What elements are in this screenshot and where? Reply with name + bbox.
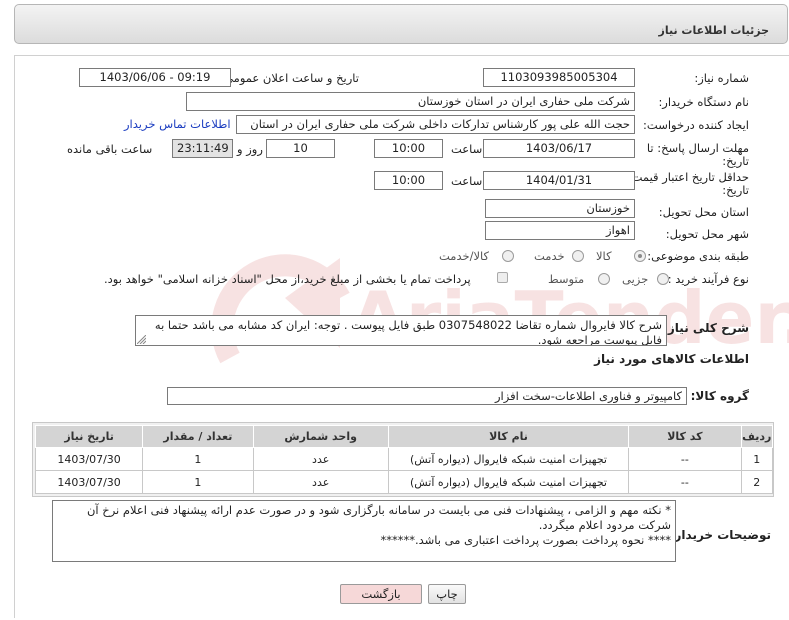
category-option-service: خدمت <box>534 249 565 263</box>
items-table: ردیف کد کالا نام کالا واحد شمارش تعداد /… <box>34 425 774 494</box>
goods-section-title: اطلاعات کالاهای مورد نیاز <box>594 352 749 366</box>
province-label: استان محل تحویل: <box>658 205 749 219</box>
validity-date-field[interactable]: 1404/01/31 <box>483 171 635 190</box>
category-label: طبقه بندی موضوعی: <box>647 249 749 263</box>
buyer-notes-label: توضیحات خریدار: <box>669 528 771 542</box>
cell-row: 1 <box>740 447 774 471</box>
remaining-time-field: 23:11:49 <box>172 139 233 158</box>
cell-unit: عدد <box>252 470 389 494</box>
validity-time-field[interactable]: 10:00 <box>374 171 443 190</box>
buyer-org-label: نام دستگاه خریدار: <box>658 95 749 109</box>
cell-qty: 1 <box>142 447 254 471</box>
deadline-time-field[interactable]: 10:00 <box>374 139 443 158</box>
creator-field[interactable]: حجت الله علی پور کارشناس تدارکات داخلی ش… <box>236 115 635 134</box>
category-radio-goods-service[interactable] <box>502 250 514 262</box>
description-label: شرح کلی نیاز: <box>663 321 749 335</box>
cell-date: 1403/07/30 <box>34 470 144 494</box>
col-name: نام کالا <box>387 425 630 448</box>
process-option-minor: جزیی <box>622 272 649 286</box>
announce-label: تاریخ و ساعت اعلان عمومی: <box>220 71 359 85</box>
cell-name: تجهیزات امنیت شبکه فایروال (دیواره آتش) <box>387 470 630 494</box>
cell-code: -- <box>628 470 742 494</box>
creator-label: ایجاد کننده درخواست: <box>643 118 749 132</box>
col-code: کد کالا <box>628 425 742 448</box>
process-radio-medium[interactable] <box>598 273 610 285</box>
validity-label: حداقل تاریخ اعتبار قیمت: تا <box>617 170 749 184</box>
province-field[interactable]: خوزستان <box>485 199 635 218</box>
goods-group-label: گروه کالا: <box>690 389 749 403</box>
need-number-field[interactable]: 1103093985005304 <box>483 68 635 87</box>
buyer-contact-link[interactable]: اطلاعات تماس خریدار <box>124 117 231 131</box>
deadline-date-field[interactable]: 1403/06/17 <box>483 139 635 158</box>
page-title: جزئیات اطلاعات نیاز <box>658 24 770 37</box>
payment-note: پرداخت تمام یا بخشی از مبلغ خرید،از محل … <box>104 272 471 286</box>
buyer-notes-line-1: * نکته مهم و الزامی ، پیشنهادات فنی می ب… <box>86 503 671 532</box>
items-table-wrap: ردیف کد کالا نام کالا واحد شمارش تعداد /… <box>32 422 774 497</box>
col-row: ردیف <box>740 425 774 448</box>
validity-date-label: تاریخ: <box>722 183 749 197</box>
process-label: نوع فرآیند خرید : <box>667 272 749 286</box>
cell-qty: 1 <box>142 470 254 494</box>
col-qty: تعداد / مقدار <box>142 425 254 448</box>
process-option-medium: متوسط <box>548 272 585 286</box>
city-label: شهر محل تحویل: <box>665 227 749 241</box>
cell-code: -- <box>628 447 742 471</box>
days-remaining-field[interactable]: 10 <box>266 139 335 158</box>
table-row[interactable]: 1 -- تجهیزات امنیت شبکه فایروال (دیواره … <box>34 447 774 471</box>
cell-row: 2 <box>740 470 774 494</box>
deadline-time-label: ساعت <box>451 142 483 156</box>
back-button[interactable]: بازگشت <box>340 584 422 604</box>
deadline-date-label: تاریخ: <box>722 154 749 168</box>
category-option-goods-service: کالا/خدمت <box>439 249 490 263</box>
remaining-label: ساعت باقی مانده <box>67 142 153 156</box>
page-header: جزئیات اطلاعات نیاز <box>14 4 788 44</box>
description-textarea[interactable]: شرح کالا فایروال شماره تقاضا 0307548022 … <box>135 315 667 346</box>
category-radio-service[interactable] <box>572 250 584 262</box>
need-number-label: شماره نیاز: <box>694 71 749 85</box>
buyer-notes-textarea[interactable]: * نکته مهم و الزامی ، پیشنهادات فنی می ب… <box>52 500 676 562</box>
table-row[interactable]: 2 -- تجهیزات امنیت شبکه فایروال (دیواره … <box>34 470 774 494</box>
deadline-label: مهلت ارسال پاسخ: تا <box>646 141 749 155</box>
announce-datetime-field[interactable]: 1403/06/06 - 09:19 <box>79 68 231 87</box>
col-date: تاریخ نیاز <box>34 425 144 448</box>
category-radio-goods[interactable] <box>634 250 646 262</box>
city-field[interactable]: اهواز <box>485 221 635 240</box>
goods-group-field[interactable]: کامپیوتر و فناوری اطلاعات-سخت افزار <box>167 387 687 405</box>
process-radio-minor[interactable] <box>657 273 669 285</box>
treasury-checkbox[interactable] <box>497 272 508 283</box>
validity-time-label: ساعت <box>451 174 483 188</box>
resize-handle-icon[interactable] <box>137 335 146 344</box>
cell-name: تجهیزات امنیت شبکه فایروال (دیواره آتش) <box>387 447 630 471</box>
days-label: روز و <box>237 142 263 156</box>
category-option-goods: کالا <box>596 249 612 263</box>
buyer-org-field[interactable]: شرکت ملی حفاری ایران در استان خوزستان <box>186 92 635 111</box>
buyer-notes-line-2: **** نحوه پرداخت بصورت پرداخت اعتباری می… <box>380 533 671 547</box>
print-button[interactable]: چاپ <box>428 584 466 604</box>
col-unit: واحد شمارش <box>252 425 389 448</box>
cell-date: 1403/07/30 <box>34 447 144 471</box>
cell-unit: عدد <box>252 447 389 471</box>
